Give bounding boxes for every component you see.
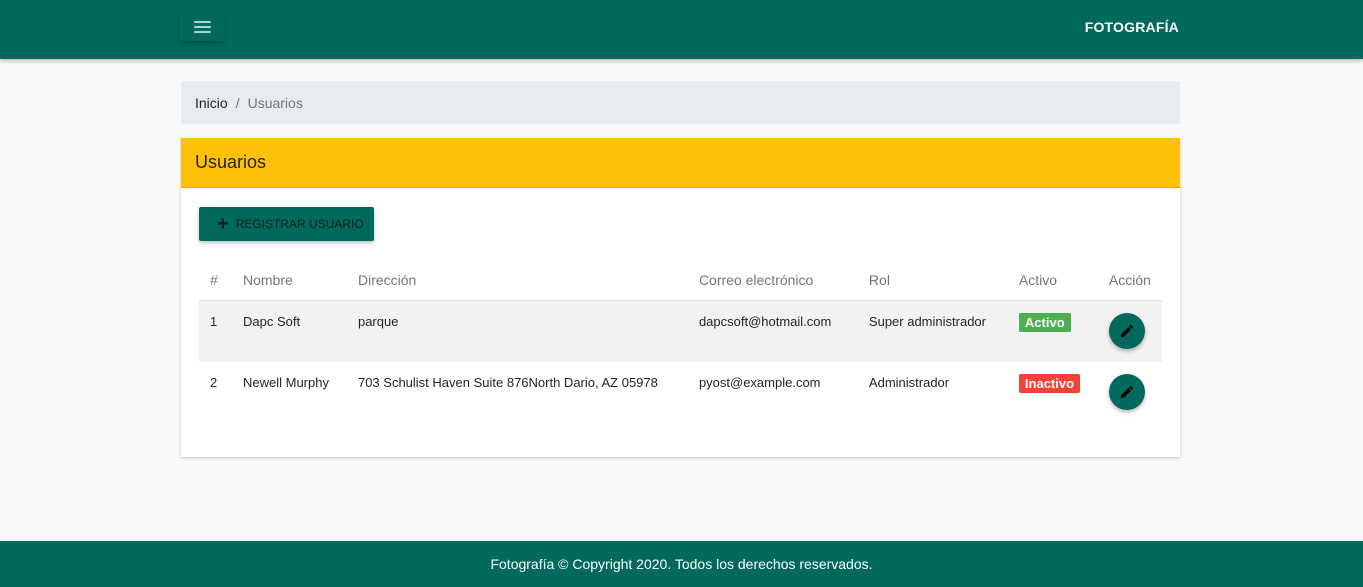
users-card: Usuarios + REGISTRAR USUARIO # Nombre Di…: [181, 138, 1180, 457]
brand-title[interactable]: FOTOGRAFÍA: [1085, 19, 1179, 35]
breadcrumb-separator: /: [235, 94, 240, 111]
pencil-icon: [1120, 385, 1133, 398]
status-badge: Inactivo: [1018, 374, 1081, 393]
table-row: 2 Newell Murphy 703 Schulist Haven Suite…: [199, 362, 1162, 424]
table-header-row: # Nombre Dirección Correo electrónico Ro…: [199, 261, 1162, 301]
copyright-text: Fotografía © Copyright 2020. Todos los d…: [490, 556, 873, 572]
column-header-role: Rol: [857, 261, 1008, 301]
cell-action: [1097, 300, 1162, 362]
breadcrumb-current: Usuarios: [247, 94, 303, 111]
cell-name: Dapc Soft: [231, 300, 347, 362]
cell-email: pyost@example.com: [698, 375, 821, 390]
users-table: # Nombre Dirección Correo electrónico Ro…: [199, 261, 1162, 424]
edit-user-button[interactable]: [1108, 374, 1145, 410]
card-title: Usuarios: [181, 138, 1180, 188]
hamburger-icon: [193, 20, 211, 33]
cell-address: 703 Schulist Haven Suite 876North Dario,…: [357, 375, 658, 390]
cell-status: Activo: [1007, 300, 1098, 362]
table-row: 1 Dapc Soft parque dapcsoft@hotmail.com …: [199, 300, 1162, 362]
column-header-action: Acción: [1097, 261, 1162, 301]
cell-status: Inactivo: [1008, 362, 1098, 424]
cell-action: [1098, 362, 1162, 424]
column-header-email: Correo electrónico: [687, 261, 858, 301]
column-header-address: Dirección: [346, 261, 688, 301]
cell-role: Super administrador: [857, 300, 1008, 362]
column-header-number: #: [199, 261, 232, 301]
breadcrumb: Inicio / Usuarios: [181, 81, 1180, 124]
register-user-button[interactable]: + REGISTRAR USUARIO: [199, 207, 374, 241]
breadcrumb-home-link[interactable]: Inicio: [195, 95, 228, 111]
plus-icon: +: [217, 213, 229, 235]
column-header-name: Nombre: [231, 261, 347, 301]
register-user-label: REGISTRAR USUARIO: [235, 217, 364, 231]
cell-number: 1: [199, 300, 232, 362]
cell-name: Newell Murphy: [242, 375, 329, 390]
edit-user-button[interactable]: [1108, 312, 1145, 349]
cell-role: Administrador: [868, 375, 950, 390]
cell-number: 2: [210, 375, 218, 390]
cell-email: dapcsoft@hotmail.com: [687, 300, 858, 362]
menu-toggle-button[interactable]: [180, 12, 224, 41]
column-header-active: Activo: [1007, 261, 1098, 301]
top-navbar: FOTOGRAFÍA: [0, 0, 1363, 59]
page-footer: Fotografía © Copyright 2020. Todos los d…: [0, 541, 1363, 587]
status-badge: Activo: [1018, 312, 1071, 332]
pencil-icon: [1120, 324, 1133, 337]
cell-address: parque: [346, 300, 688, 362]
